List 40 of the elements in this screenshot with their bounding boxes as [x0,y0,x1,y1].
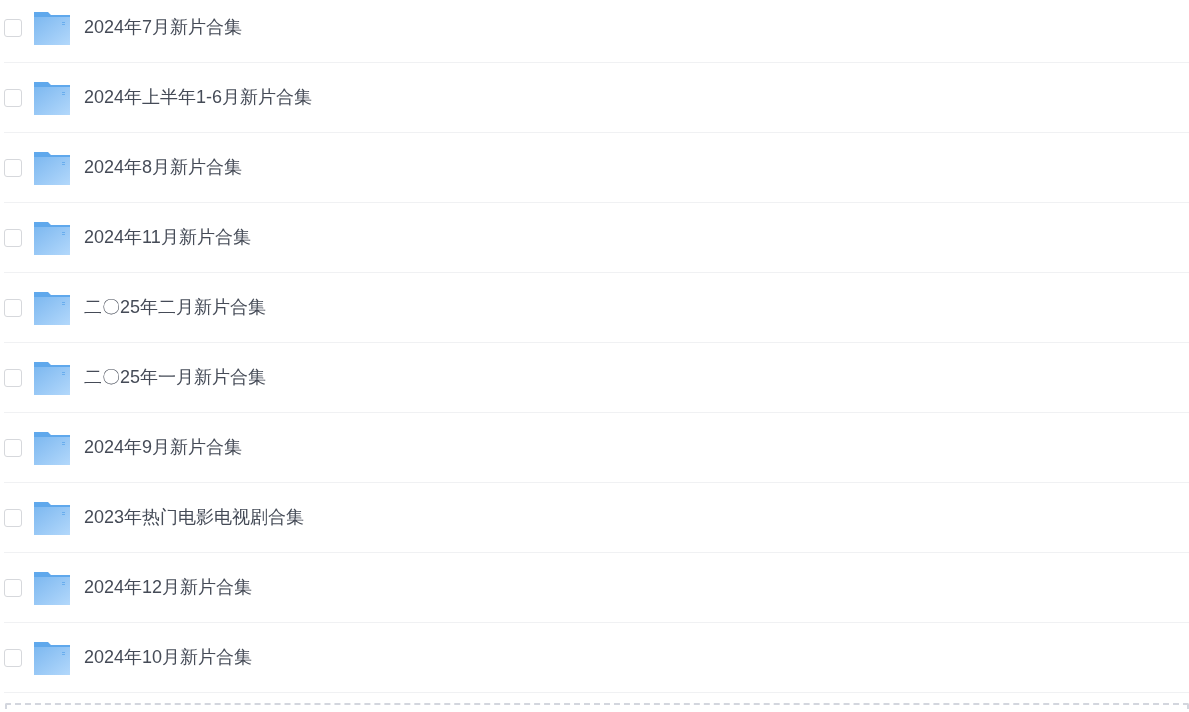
folder-row[interactable]: 2024年10月新片合集 [4,623,1189,693]
folder-name: 二〇25年一月新片合集 [84,366,267,389]
folder-name: 二〇25年二月新片合集 [84,296,267,319]
folder-row[interactable]: 2024年上半年1-6月新片合集 [4,63,1189,133]
folder-icon [34,360,70,395]
checkbox[interactable] [4,438,22,457]
folder-icon [34,500,70,535]
folder-row[interactable]: 2024年11月新片合集 [4,203,1189,273]
folder-row[interactable]: 二〇25年二月新片合集 [4,273,1189,343]
folder-row[interactable]: 2024年8月新片合集 [4,133,1189,203]
checkbox[interactable] [4,298,22,317]
folder-name: 2024年9月新片合集 [84,436,243,459]
folder-name: 2024年10月新片合集 [84,646,253,669]
folder-row[interactable]: 2023年热门电影电视剧合集 [4,483,1189,553]
checkbox[interactable] [4,368,22,387]
folder-icon [34,10,70,45]
checkbox[interactable] [4,88,22,107]
folder-row[interactable]: 二〇25年一月新片合集 [4,343,1189,413]
folder-icon [34,640,70,675]
folder-name: 2024年8月新片合集 [84,156,243,179]
folder-name: 2024年11月新片合集 [84,226,251,249]
folder-icon [34,430,70,465]
folder-icon [34,220,70,255]
folder-row[interactable]: 2024年12月新片合集 [4,553,1189,623]
checkbox[interactable] [4,508,22,527]
folder-name: 2024年12月新片合集 [84,576,253,599]
checkbox[interactable] [4,158,22,177]
folder-icon [34,150,70,185]
folder-icon [34,290,70,325]
checkbox[interactable] [4,578,22,597]
checkbox[interactable] [4,18,22,37]
folder-row[interactable]: 2024年9月新片合集 [4,413,1189,483]
folder-name: 2024年7月新片合集 [84,16,243,39]
folder-row[interactable]: 2024年7月新片合集 [4,0,1189,63]
checkbox[interactable] [4,648,22,667]
checkbox[interactable] [4,228,22,247]
folder-icon [34,80,70,115]
folder-icon [34,570,70,605]
folder-name: 2023年热门电影电视剧合集 [84,506,305,529]
folder-name: 2024年上半年1-6月新片合集 [84,86,313,109]
